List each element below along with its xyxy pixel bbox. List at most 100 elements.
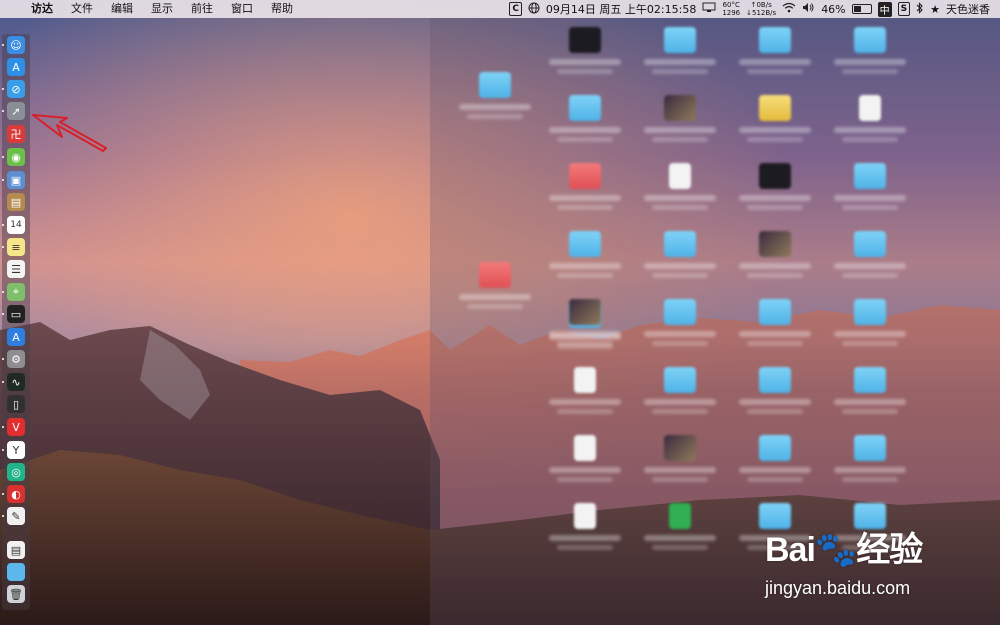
safari-icon[interactable]: ⊘ bbox=[7, 80, 25, 98]
watermark-logo: Bai🐾经验 bbox=[765, 531, 923, 569]
desktop-item[interactable] bbox=[455, 258, 535, 328]
blurred-label bbox=[834, 263, 906, 269]
terminal-icon[interactable]: ▭ bbox=[7, 305, 25, 323]
desktop-item[interactable] bbox=[545, 159, 625, 229]
menu-bar: 访达 文件 编辑 显示 前往 窗口 帮助 C 09月14日 周五 上午02:15… bbox=[0, 0, 1000, 18]
battery-percent[interactable]: 46% bbox=[821, 3, 845, 16]
finder-icon[interactable]: ☺ bbox=[7, 36, 25, 54]
desktop-item[interactable] bbox=[735, 23, 815, 93]
bluetooth-icon[interactable] bbox=[916, 1, 924, 17]
desktop-item[interactable] bbox=[735, 159, 815, 229]
desktop-item[interactable] bbox=[640, 499, 720, 569]
download-speed: ↓512B/s bbox=[746, 9, 777, 17]
calendar-icon[interactable]: 14 bbox=[7, 216, 25, 234]
blurred-label bbox=[834, 127, 906, 133]
script-editor-icon[interactable]: ✎ bbox=[7, 507, 25, 525]
running-indicator bbox=[2, 88, 4, 90]
s-status-icon[interactable]: S bbox=[897, 2, 911, 16]
menu-help[interactable]: 帮助 bbox=[262, 0, 302, 18]
desktop-item[interactable] bbox=[545, 227, 625, 297]
desktop-item[interactable] bbox=[830, 91, 910, 161]
desktop-item[interactable] bbox=[640, 159, 720, 229]
file-icon bbox=[669, 163, 691, 189]
desktop-item[interactable] bbox=[830, 227, 910, 297]
network-speed[interactable]: ↑0B/s ↓512B/s bbox=[746, 1, 776, 17]
desktop-item[interactable] bbox=[830, 295, 910, 365]
blurred-label bbox=[459, 104, 531, 110]
menu-file[interactable]: 文件 bbox=[62, 0, 102, 18]
gear-icon[interactable]: ⚙ bbox=[7, 350, 25, 368]
wifi-icon[interactable] bbox=[782, 2, 796, 16]
desktop-item[interactable] bbox=[735, 295, 815, 365]
running-indicator bbox=[2, 381, 4, 383]
temperature-readout[interactable]: 60°C 1296 bbox=[722, 1, 740, 17]
desktop-item[interactable] bbox=[640, 227, 720, 297]
menu-finder[interactable]: 访达 bbox=[22, 0, 62, 18]
netease-music-icon[interactable]: ◐ bbox=[7, 485, 25, 503]
app-store-blue-icon[interactable]: A bbox=[7, 328, 25, 346]
notebook-icon[interactable]: ▤ bbox=[7, 193, 25, 211]
clock-datetime[interactable]: 09月14日 周五 上午02:15:58 bbox=[546, 1, 696, 17]
blurred-label bbox=[739, 59, 811, 65]
menu-edit[interactable]: 编辑 bbox=[102, 0, 142, 18]
menu-view[interactable]: 显示 bbox=[142, 0, 182, 18]
blurred-label bbox=[549, 195, 621, 201]
folder-icon[interactable] bbox=[7, 563, 25, 581]
desktop-item[interactable] bbox=[545, 295, 625, 365]
preview-icon[interactable]: ▣ bbox=[7, 171, 25, 189]
desktop-item[interactable] bbox=[735, 227, 815, 297]
green-app-icon[interactable]: ◎ bbox=[7, 463, 25, 481]
display-icon[interactable] bbox=[702, 2, 716, 16]
launchpad-icon[interactable]: ➚ bbox=[7, 102, 25, 120]
globe-icon[interactable] bbox=[528, 2, 540, 17]
file-icon bbox=[859, 95, 881, 121]
desktop-item[interactable] bbox=[545, 499, 625, 569]
user-name[interactable]: 天色迷香 bbox=[946, 1, 990, 17]
reminders-icon[interactable]: ☰ bbox=[7, 260, 25, 278]
activity-monitor-icon[interactable]: ∿ bbox=[7, 373, 25, 391]
yandex-icon[interactable]: Y bbox=[7, 441, 25, 459]
desktop-item[interactable] bbox=[640, 363, 720, 433]
app-store-icon[interactable]: A bbox=[7, 58, 25, 76]
blurred-label bbox=[747, 137, 803, 142]
sound-icon[interactable] bbox=[802, 2, 815, 16]
desktop-item[interactable] bbox=[545, 91, 625, 161]
desktop-item[interactable] bbox=[640, 23, 720, 93]
vivaldi-icon[interactable]: V bbox=[7, 418, 25, 436]
notes-icon[interactable]: ≡ bbox=[7, 238, 25, 256]
console-icon[interactable]: ▯ bbox=[7, 395, 25, 413]
desktop-item[interactable] bbox=[735, 91, 815, 161]
desktop-item[interactable] bbox=[830, 431, 910, 501]
battery-icon[interactable] bbox=[851, 4, 872, 14]
menu-window[interactable]: 窗口 bbox=[222, 0, 262, 18]
red-app-icon[interactable]: 卍 bbox=[7, 125, 25, 143]
desktop-item[interactable] bbox=[830, 363, 910, 433]
desktop-item[interactable] bbox=[545, 431, 625, 501]
blurred-label bbox=[842, 477, 898, 482]
desktop-item[interactable] bbox=[735, 363, 815, 433]
menu-go[interactable]: 前往 bbox=[182, 0, 222, 18]
desktop-item[interactable] bbox=[545, 23, 625, 93]
trash-icon[interactable]: 🗑 bbox=[7, 585, 25, 603]
desktop-item[interactable] bbox=[830, 159, 910, 229]
star-icon[interactable]: ★ bbox=[930, 3, 940, 16]
desktop-item[interactable] bbox=[640, 91, 720, 161]
folder-icon bbox=[759, 95, 791, 121]
desktop-item[interactable] bbox=[735, 431, 815, 501]
desktop-item[interactable] bbox=[640, 295, 720, 365]
android-icon[interactable]: ◉ bbox=[7, 148, 25, 166]
folder-icon bbox=[854, 435, 886, 461]
desktop-item[interactable] bbox=[455, 68, 535, 138]
maps-icon[interactable]: ⌖ bbox=[7, 283, 25, 301]
blurred-label bbox=[834, 399, 906, 405]
desktop-item[interactable] bbox=[545, 363, 625, 433]
blurred-label bbox=[842, 137, 898, 142]
desktop-item[interactable] bbox=[640, 431, 720, 501]
c-status-icon[interactable]: C bbox=[509, 2, 522, 16]
desktop-item[interactable] bbox=[830, 23, 910, 93]
blurred-label bbox=[834, 467, 906, 473]
blurred-label bbox=[549, 535, 621, 541]
input-method-indicator[interactable]: 中 bbox=[877, 1, 892, 17]
document-icon[interactable]: ▤ bbox=[7, 541, 25, 559]
blurred-label bbox=[842, 205, 898, 210]
